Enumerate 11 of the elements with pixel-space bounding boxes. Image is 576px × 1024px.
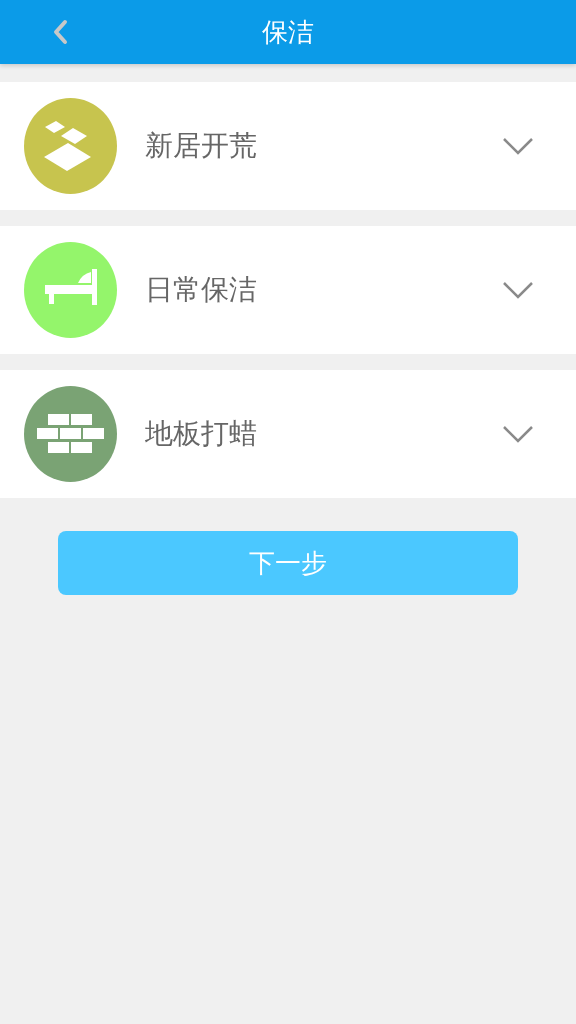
service-label: 日常保洁 [145, 272, 258, 308]
service-row[interactable]: 新居开荒 [0, 82, 576, 210]
chevron-icon[interactable] [502, 137, 534, 155]
page-title: 保洁 [262, 15, 314, 49]
chevron-icon[interactable] [502, 425, 534, 443]
service-row[interactable]: 地板打蜡 [0, 370, 576, 498]
service-label: 新居开荒 [145, 128, 258, 164]
chevron-icon[interactable] [502, 281, 534, 299]
back-icon [52, 19, 68, 45]
service-label: 地板打蜡 [145, 416, 258, 452]
service-row[interactable]: 日常保洁 [0, 226, 576, 354]
